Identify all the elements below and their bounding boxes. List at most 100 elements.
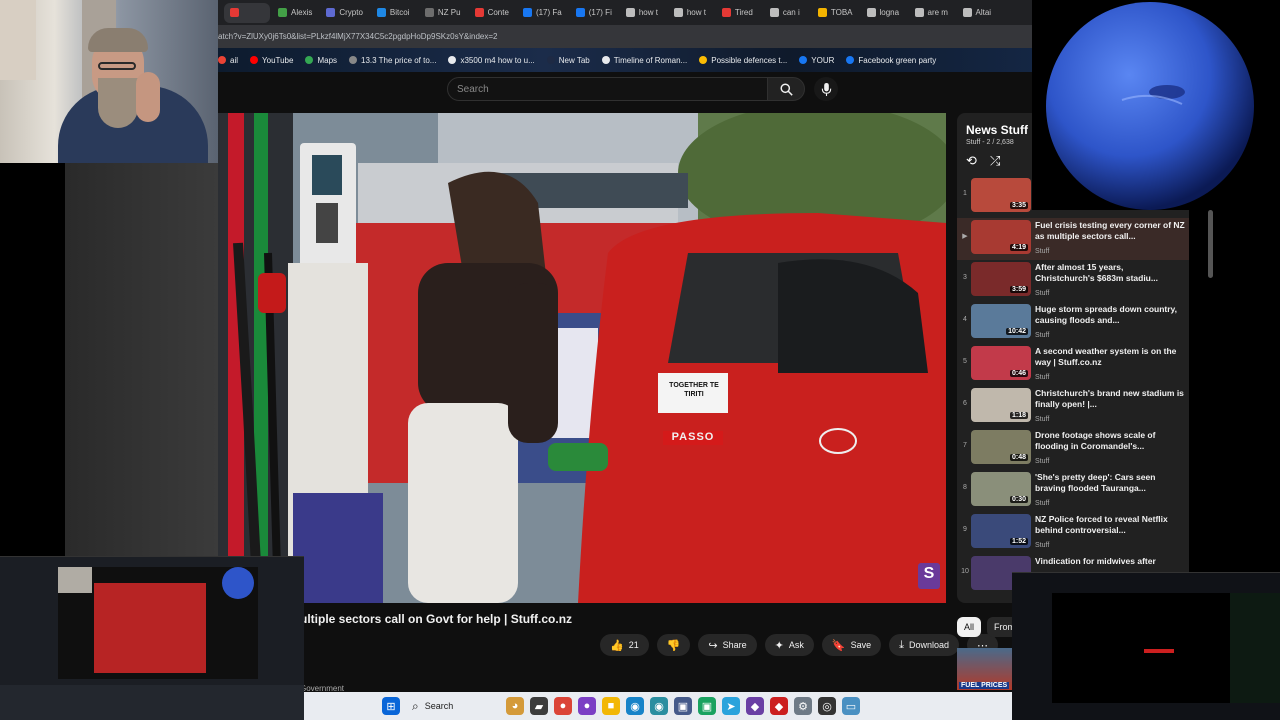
playlist-item-title: 'She's pretty deep': Cars seen braving f… xyxy=(1035,472,1156,493)
playlist-item[interactable]: 3 3:59 After almost 15 years, Christchurch… xyxy=(957,260,1189,302)
bookmark-item[interactable]: Maps xyxy=(305,56,337,65)
obs-preview-window[interactable] xyxy=(0,556,304,720)
bookmark-favicon-icon xyxy=(699,56,708,64)
car-badge: PASSO xyxy=(671,431,715,443)
browser-tab[interactable]: (17) Fa xyxy=(517,3,568,23)
app-icon[interactable]: ▣ xyxy=(674,697,692,715)
browser-tab[interactable]: how t xyxy=(668,3,714,23)
playlist-item[interactable]: 8 0:30 'She's pretty deep': Cars seen brav… xyxy=(957,470,1189,512)
screen-app-icon[interactable]: ▭ xyxy=(842,697,860,715)
windows-start-icon[interactable]: ⊞ xyxy=(382,697,400,715)
playlist-item-thumbnail: 1:52 xyxy=(971,514,1031,548)
browser-tab[interactable] xyxy=(224,2,270,23)
settings-icon[interactable]: ⚙ xyxy=(794,697,812,715)
bookmark-favicon-icon xyxy=(349,56,358,64)
playlist-item-duration: 3:59 xyxy=(1009,286,1028,293)
purple-app-icon[interactable]: ◆ xyxy=(746,697,764,715)
red-app-icon[interactable]: ◆ xyxy=(770,697,788,715)
browser-tab[interactable]: Crypto xyxy=(320,3,369,23)
obs-preview-canvas xyxy=(58,567,258,679)
bookmark-favicon-icon xyxy=(846,56,855,64)
bookmark-item[interactable]: Timeline of Roman... xyxy=(601,56,687,65)
tab-favicon-icon xyxy=(326,8,336,17)
address-bar[interactable]: atch?v=ZlUXy0j6Ts0&list=PLkzf4lMjX77X34C… xyxy=(218,25,1032,48)
widgets-icon[interactable]: ◕ xyxy=(506,697,524,715)
tab-label: Tired xyxy=(734,8,753,17)
playlist-item[interactable]: 5 0:46 A second weather system is on the w… xyxy=(957,344,1189,386)
ask-button[interactable]: ✦ Ask xyxy=(764,634,814,656)
tab-favicon-icon xyxy=(866,8,876,17)
browser-tab[interactable]: Altai xyxy=(957,3,1003,23)
share-button[interactable]: ↪ Share xyxy=(698,634,757,656)
browser-tab[interactable]: NZ Pu xyxy=(419,3,467,23)
filter-chip[interactable]: All xyxy=(957,617,982,637)
telegram-icon[interactable]: ➤ xyxy=(722,697,740,715)
obs-icon[interactable]: ◎ xyxy=(818,697,836,715)
chrome-profile-icon[interactable]: ● xyxy=(578,697,596,715)
browser-tab[interactable]: TOBA xyxy=(812,3,859,23)
url-text: atch?v=ZlUXy0j6Ts0&list=PLkzf4lMjX77X34C… xyxy=(218,32,498,41)
playlist-title[interactable]: News Stuff xyxy=(966,123,1028,137)
playlist-item-thumbnail: 0:46 xyxy=(971,346,1031,380)
recommendation-thumbnail[interactable]: FUEL PRICES xyxy=(957,648,1012,690)
playlist-item[interactable]: 6 1:18 Christchurch's brand new stadium is… xyxy=(957,386,1189,428)
browser-tab[interactable]: how t xyxy=(620,3,666,23)
tab-label: logna xyxy=(879,8,900,17)
browser-tab[interactable]: logna xyxy=(861,3,907,23)
video-player[interactable]: TOGETHER TE TIRITI PASSO S xyxy=(218,113,946,603)
edge-beta-icon[interactable]: ◉ xyxy=(650,697,668,715)
bookmark-item[interactable]: Facebook green party xyxy=(846,56,936,65)
bookmark-label: Maps xyxy=(317,55,338,65)
playlist-item[interactable]: ▶ 4:19 Fuel crisis testing every corner of… xyxy=(957,218,1189,260)
shuffle-icon[interactable]: ⤮ xyxy=(990,153,1000,169)
taskbar-search[interactable]: ⌕ Search xyxy=(406,695,500,717)
browser-tab[interactable]: Conte xyxy=(469,3,515,23)
browser-tab[interactable]: are m xyxy=(909,3,955,23)
browser-tab[interactable]: Alexis xyxy=(272,3,318,23)
chrome-icon[interactable]: ● xyxy=(554,697,572,715)
sparkle-icon: ✦ xyxy=(774,639,784,652)
bookmark-item[interactable]: New Tab xyxy=(546,56,590,65)
bookmark-label: Possible defences t... xyxy=(711,55,788,65)
glasses-icon xyxy=(98,62,136,70)
voice-search-button[interactable] xyxy=(814,77,838,101)
loop-icon[interactable]: ⟲ xyxy=(966,153,977,169)
bookmark-item[interactable]: YouTube xyxy=(250,56,293,65)
download-button[interactable]: ⤓ Download xyxy=(889,634,960,656)
bookmark-item[interactable]: x3500 m4 how to u... xyxy=(448,56,535,65)
folder-icon[interactable]: ■ xyxy=(602,697,620,715)
tab-favicon-icon xyxy=(230,8,239,17)
tab-label: how t xyxy=(638,8,658,17)
playlist-item[interactable]: 4 10:42 Huge storm spreads down country, c… xyxy=(957,302,1189,344)
browser-tab[interactable]: Bitcoi xyxy=(371,3,417,23)
playlist-item[interactable]: 9 1:52 NZ Police forced to reveal Netflix … xyxy=(957,512,1189,554)
windows-taskbar: ⊞ ⌕ Search ◕ ▰ ● ● ■ ◉ ◉ ▣ ▣ ➤ ◆ ◆ ⚙ ◎ ▭ xyxy=(304,692,1012,720)
search-button[interactable] xyxy=(767,77,805,101)
like-count: 21 xyxy=(628,640,639,650)
playlist-item[interactable]: 7 0:48 Drone footage shows scale of floodi… xyxy=(957,428,1189,470)
playlist-item-duration: 1:18 xyxy=(1009,412,1028,419)
bookmark-item[interactable]: YOUR xyxy=(799,56,834,65)
browser-tab[interactable]: (17) Fi xyxy=(570,3,618,23)
obs-preview-neptune xyxy=(222,567,254,599)
search-input[interactable]: Search xyxy=(447,77,768,101)
file-explorer-icon[interactable]: ▰ xyxy=(530,697,548,715)
browser-tab[interactable]: Tired xyxy=(716,3,762,23)
playlist-scrollbar[interactable] xyxy=(1208,210,1213,278)
tab-favicon-icon xyxy=(522,8,532,17)
like-button[interactable]: 👍 21 xyxy=(600,634,649,656)
green-app-icon[interactable]: ▣ xyxy=(698,697,716,715)
bookmark-item[interactable]: ail xyxy=(218,56,238,65)
thumbs-up-icon: 👍 xyxy=(610,639,624,652)
neptune-overlay xyxy=(1032,0,1280,210)
playlist-item-duration: 0:46 xyxy=(1009,370,1028,377)
playlist-item-title: Vindication for midwives after xyxy=(1035,556,1156,566)
bookmark-item[interactable]: Possible defences t... xyxy=(699,56,787,65)
playlist-item-channel: Stuff xyxy=(1035,500,1050,507)
browser-tab[interactable]: can i xyxy=(764,3,810,23)
save-button[interactable]: 🔖 Save xyxy=(821,634,882,656)
dislike-button[interactable]: 👎 xyxy=(656,634,691,656)
bookmark-item[interactable]: 13.3 The price of to... xyxy=(349,56,436,65)
edge-icon[interactable]: ◉ xyxy=(626,697,644,715)
pump-shadow xyxy=(65,163,218,556)
